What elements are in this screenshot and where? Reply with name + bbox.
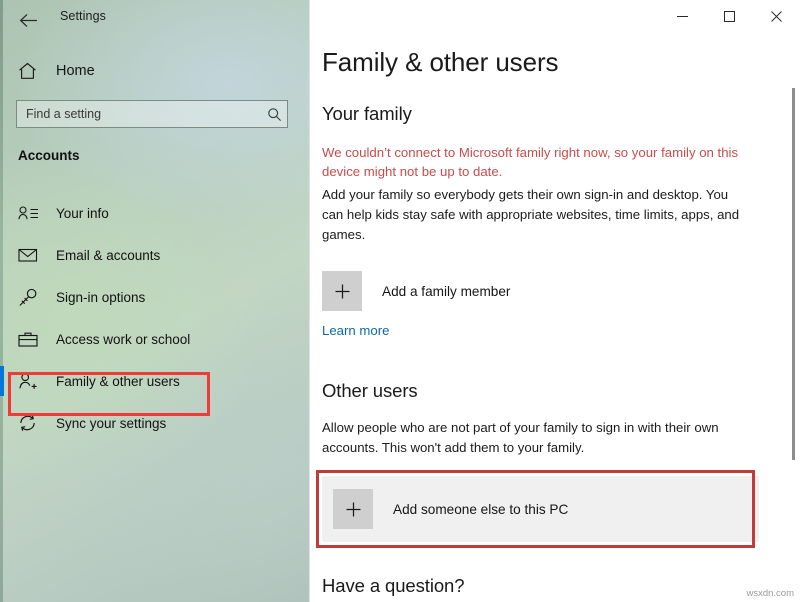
plus-icon [322, 271, 362, 311]
sidebar-item-access-work-school-label: Access work or school [56, 331, 191, 347]
sidebar-section-label: Accounts [18, 148, 80, 163]
minimize-button[interactable] [659, 0, 706, 32]
family-connection-warning: We couldn’t connect to Microsoft family … [322, 145, 739, 179]
window-controls [659, 0, 800, 32]
sidebar-item-family-other-users[interactable]: Family & other users [0, 360, 310, 402]
sidebar-item-sync-your-settings-label: Sync your settings [56, 415, 167, 431]
sidebar-item-signin-options-label: Sign-in options [56, 289, 146, 305]
person-info-icon [18, 202, 44, 224]
add-family-member-label: Add a family member [382, 283, 511, 299]
title-bar: Settings [0, 0, 310, 40]
add-family-member-button[interactable]: Add a family member [322, 271, 510, 311]
sidebar-item-sync-your-settings[interactable]: Sync your settings [0, 402, 310, 444]
search-box[interactable] [16, 100, 288, 128]
settings-window: Settings Home Accounts [0, 0, 800, 602]
sidebar-item-signin-options[interactable]: Sign-in options [0, 276, 310, 318]
sidebar-item-access-work-school[interactable]: Access work or school [0, 318, 310, 360]
page-title: Family & other users [322, 47, 559, 77]
sidebar-item-your-info[interactable]: Your info [0, 192, 310, 234]
app-title: Settings [60, 9, 106, 23]
sidebar-item-email-accounts[interactable]: Email & accounts [0, 234, 310, 276]
section-heading-other-users: Other users [322, 380, 418, 401]
sidebar-item-email-accounts-label: Email & accounts [56, 247, 161, 263]
envelope-icon [18, 244, 44, 266]
back-arrow-icon[interactable] [13, 6, 43, 34]
plus-icon [333, 489, 373, 529]
sidebar-item-your-info-label: Your info [56, 205, 109, 221]
section-heading-have-question: Have a question? [322, 575, 465, 596]
section-heading-your-family: Your family [322, 103, 412, 124]
maximize-button[interactable] [706, 0, 753, 32]
sync-icon [18, 412, 44, 434]
add-someone-else-button[interactable]: Add someone else to this PC [322, 476, 759, 542]
main-content: Family & other users Your family We coul… [311, 0, 800, 602]
your-family-description: Add your family so everybody gets their … [322, 187, 740, 242]
scrollbar[interactable] [789, 40, 797, 586]
close-button[interactable] [753, 0, 800, 32]
sidebar: Settings Home Accounts [0, 0, 310, 602]
sidebar-item-family-other-users-label: Family & other users [56, 373, 180, 389]
add-someone-else-label: Add someone else to this PC [393, 501, 569, 517]
person-add-icon [18, 370, 44, 392]
key-icon [18, 286, 44, 308]
learn-more-link[interactable]: Learn more [322, 323, 389, 338]
search-icon[interactable] [261, 101, 287, 127]
scrollbar-thumb[interactable] [792, 88, 795, 460]
watermark: wsxdn.com [746, 588, 794, 599]
home-icon [12, 60, 42, 82]
other-users-description: Allow people who are not part of your fa… [322, 420, 719, 455]
sidebar-nav: Your info Email & accounts Sign-in optio… [0, 192, 310, 444]
search-input[interactable] [17, 101, 261, 127]
sidebar-item-home[interactable]: Home [12, 57, 292, 85]
sidebar-item-home-label: Home [56, 63, 95, 79]
briefcase-icon [18, 328, 44, 350]
selection-indicator [0, 366, 4, 396]
